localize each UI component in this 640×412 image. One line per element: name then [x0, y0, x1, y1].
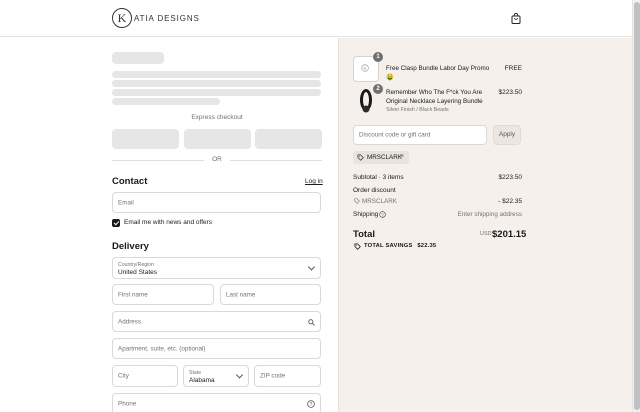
subtotal-value: $223.50 — [498, 174, 523, 181]
skeleton-line — [112, 80, 321, 87]
login-link[interactable]: Log in — [305, 178, 323, 185]
help-circle-icon[interactable]: ? — [307, 400, 315, 408]
or-divider: OR — [112, 155, 322, 165]
state-value: Alabama — [189, 377, 215, 384]
svg-text:?: ? — [381, 212, 384, 217]
country-value: United States — [118, 269, 158, 276]
quantity-badge: 2 — [373, 84, 383, 94]
chevron-down-icon — [307, 263, 316, 271]
discount-code-field[interactable]: Discount code or gift card — [353, 125, 487, 145]
delivery-heading: Delivery — [112, 241, 149, 252]
contact-heading: Contact — [112, 176, 148, 187]
country-select[interactable]: Country/Region United States — [112, 257, 321, 279]
logo-mark: K — [112, 8, 132, 28]
item-variant: Silver Finish / Black Beads — [386, 107, 449, 113]
city-field[interactable]: City — [112, 365, 178, 387]
help-circle-icon[interactable]: ? — [379, 211, 386, 218]
address-field[interactable]: Address — [112, 311, 321, 332]
savings-label: TOTAL SAVINGS — [364, 243, 413, 249]
header: K ATIA DESIGNS — [0, 0, 632, 37]
first-name-placeholder: First name — [118, 291, 148, 298]
logo-text: ATIA DESIGNS — [134, 13, 200, 23]
express-pay-button[interactable] — [112, 129, 179, 149]
savings-tag-icon — [354, 243, 361, 250]
chevron-down-icon — [235, 371, 244, 379]
order-discount-label: Order discount — [353, 187, 396, 194]
currency-code: USD — [480, 231, 492, 237]
apartment-field[interactable]: Apartment, suite, etc. (optional) — [112, 338, 321, 359]
brand-logo[interactable]: K ATIA DESIGNS — [112, 8, 200, 28]
last-name-field[interactable]: Last name — [220, 284, 321, 305]
discount-code-label: MRSCLARK — [362, 198, 397, 205]
page-scrollbar[interactable] — [632, 0, 640, 412]
skeleton-line — [112, 71, 321, 78]
address-placeholder: Address — [118, 318, 142, 325]
applied-discount-tag: MRSCLARK × — [353, 151, 409, 164]
tag-icon — [357, 154, 364, 161]
savings-value: $22.35 — [417, 243, 437, 249]
scrollbar-thumb[interactable] — [634, 2, 640, 410]
email-placeholder: Email — [118, 199, 134, 206]
shipping-label: Shipping — [353, 211, 379, 218]
apartment-placeholder: Apartment, suite, etc. (optional) — [118, 345, 206, 352]
search-icon — [308, 319, 315, 326]
svg-text:?: ? — [310, 402, 313, 408]
shopping-bag-icon[interactable] — [511, 13, 521, 24]
state-select[interactable]: State Alabama — [183, 365, 249, 387]
zip-field[interactable]: ZIP code — [254, 365, 321, 387]
zip-placeholder: ZIP code — [260, 372, 286, 380]
newsletter-checkbox[interactable] — [112, 219, 120, 227]
total-value: $201.15 — [492, 229, 527, 240]
skeleton-line — [112, 98, 220, 105]
item-name-line: Original Necklace Layering Bundle — [386, 98, 483, 105]
phone-field[interactable]: Phone ? — [112, 393, 321, 412]
remove-discount-icon[interactable]: × — [400, 153, 404, 160]
city-placeholder: City — [118, 372, 129, 380]
skeleton-line — [112, 89, 321, 96]
email-field[interactable]: Email — [112, 192, 321, 213]
last-name-placeholder: Last name — [226, 291, 256, 298]
quantity-badge: 1 — [373, 52, 383, 62]
subtotal-label: Subtotal · 3 items — [353, 174, 404, 181]
item-name-line: Remember Who The F*ck You Are — [386, 89, 483, 96]
divider-line — [230, 160, 322, 161]
phone-placeholder: Phone — [118, 400, 137, 407]
newsletter-label: Email me with news and offers — [124, 219, 213, 226]
skeleton-title — [112, 52, 164, 64]
express-pay-button[interactable] — [184, 129, 251, 149]
shipping-value: Enter shipping address — [457, 211, 522, 218]
apply-discount-button[interactable]: Apply — [493, 125, 521, 145]
discount-placeholder: Discount code or gift card — [359, 131, 431, 139]
country-label: Country/Region — [118, 262, 155, 268]
applied-code: MRSCLARK — [367, 154, 402, 161]
item-price: FREE — [504, 65, 522, 72]
item-price: $223.50 — [498, 89, 523, 96]
express-pay-button[interactable] — [255, 129, 322, 149]
total-savings: TOTAL SAVINGS $22.35 — [364, 243, 436, 249]
total-label: Total — [353, 229, 375, 240]
first-name-field[interactable]: First name — [112, 284, 214, 305]
tag-icon — [354, 198, 360, 204]
svg-text:K: K — [363, 66, 367, 71]
discount-value: - $22.35 — [498, 198, 522, 205]
state-label: State — [189, 370, 202, 376]
express-checkout-label: Express checkout — [191, 114, 243, 121]
